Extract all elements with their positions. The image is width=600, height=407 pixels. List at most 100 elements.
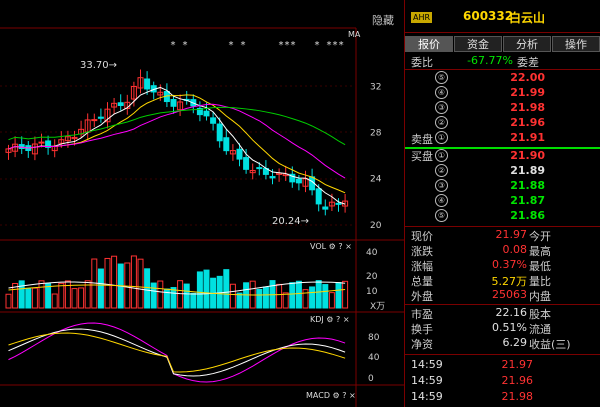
vol-axis-label: 10: [366, 287, 378, 297]
volume-bar: [335, 282, 342, 309]
divider: [405, 69, 600, 70]
stats-value: 22.16: [495, 306, 528, 319]
kdj-axis-label: 40: [368, 353, 380, 363]
buy-level-row[interactable]: ② 21.89: [405, 164, 600, 179]
kdj-k-line: [8, 328, 346, 377]
candle-body: [322, 206, 329, 210]
buy-level-row[interactable]: ③ 21.88: [405, 179, 600, 194]
buy-level-row[interactable]: ④ 21.87: [405, 194, 600, 209]
vol-unit: X万: [370, 302, 385, 312]
candle-body: [315, 188, 322, 205]
weibi-value: -67.77%: [467, 54, 513, 67]
buy-level-index: ⑤: [435, 209, 448, 222]
volume-bar: [262, 286, 269, 309]
stats-value: 0.51%: [492, 321, 527, 334]
tab-operation[interactable]: 操作: [552, 36, 600, 52]
divider: [405, 354, 600, 355]
volume-bar: [282, 292, 289, 309]
volume-bar: [170, 287, 177, 309]
buy-level-price: 21.86: [510, 209, 545, 222]
tick-time: 14:59: [411, 358, 443, 371]
sell-level-row[interactable]: ① 21.91: [405, 131, 600, 146]
price-axis-label: 28: [370, 129, 382, 139]
buy-level-index: ④: [435, 194, 448, 207]
candle-body: [203, 110, 210, 117]
stats-row: 净资 6.29 收益(三): [405, 336, 600, 351]
sell-level-row[interactable]: ⑤ 22.00: [405, 71, 600, 86]
kline-chart-area[interactable]: 32 28 24 20 33.70→ 20.24→ * * * * *** * *** VOL ⚙ …: [0, 0, 404, 407]
volume-bar: [130, 255, 137, 309]
vol-title: VOL ⚙ ? ×: [310, 242, 352, 251]
volume-bar: [177, 280, 184, 309]
candle-body: [223, 137, 230, 152]
volume-bar: [309, 286, 316, 309]
volume-bar: [236, 292, 243, 309]
quote-label: 现价: [411, 230, 433, 243]
stats-row: 市盈 22.16 股本: [405, 306, 600, 321]
volume-bar: [31, 287, 38, 309]
divider: [405, 32, 600, 33]
candle-body: [170, 99, 177, 107]
buy-level-row[interactable]: ① 21.90: [405, 149, 600, 164]
sell-level-price: 21.99: [510, 86, 545, 99]
weibi-label: 委比: [411, 56, 433, 69]
sell-level-price: 22.00: [510, 71, 545, 84]
sell-level-row[interactable]: ② 21.96: [405, 116, 600, 131]
ma60-line: [8, 106, 346, 146]
sell-level-price: 21.96: [510, 116, 545, 129]
sell-level-index: ②: [435, 116, 448, 129]
volume-bar: [45, 283, 52, 309]
vol-axis-label: 20: [366, 272, 378, 282]
buy-level-row[interactable]: ⑤ 21.86: [405, 209, 600, 224]
tab-analysis[interactable]: 分析: [503, 36, 551, 52]
volume-bar: [295, 280, 302, 309]
volume-bar: [111, 255, 118, 309]
tick-row: 14:59 21.98: [405, 390, 600, 405]
high-price-mark: 33.70→: [80, 60, 117, 71]
volume-bar: [342, 280, 349, 309]
stats-value: 6.29: [502, 336, 528, 349]
buy-level-index: ②: [435, 164, 448, 177]
volume-bar: [38, 280, 45, 309]
event-star-mark: * ***: [314, 40, 344, 51]
kdj-axis-label: 80: [368, 333, 380, 343]
buy-level-price: 21.88: [510, 179, 545, 192]
kdj-title: KDJ ⚙ ? ×: [310, 315, 350, 324]
quote-label: 涨跌: [411, 245, 433, 258]
stats-label-2: 流通: [529, 323, 551, 336]
volume-bar: [315, 280, 322, 309]
kdj-d-line: [8, 332, 346, 373]
volume-bar: [51, 293, 58, 309]
buy-level-index: ③: [435, 179, 448, 192]
quote-label: 涨幅: [411, 260, 433, 273]
volume-bar: [328, 292, 335, 309]
volume-bar: [58, 282, 65, 309]
sell-level-row[interactable]: ③ 21.98: [405, 101, 600, 116]
candle-body: [210, 117, 217, 124]
volume-bar: [256, 288, 263, 309]
volume-bar: [196, 271, 203, 309]
sell-level-row[interactable]: ④ 21.99: [405, 86, 600, 101]
buy-level-price: 21.90: [510, 149, 545, 162]
candle-body: [236, 148, 243, 160]
tab-quote[interactable]: 报价: [405, 36, 453, 52]
tick-row: 14:59 21.97: [405, 358, 600, 373]
buy-level-index: ①: [435, 149, 448, 162]
stock-name: 白云山: [509, 11, 546, 25]
volume-bar: [203, 269, 210, 309]
candle-body: [91, 119, 98, 122]
sell-level-index: ④: [435, 86, 448, 99]
candle-body: [269, 176, 276, 179]
sell-level-index: ①: [435, 131, 448, 144]
tick-price: 21.98: [501, 390, 534, 403]
volume-bar: [322, 284, 329, 309]
hide-button[interactable]: 隐藏: [372, 12, 394, 28]
stats-label-2: 收益(三): [529, 338, 571, 351]
stats-label: 市盈: [411, 308, 433, 321]
event-star-mark: ***: [278, 40, 296, 51]
tick-price: 21.96: [501, 374, 534, 387]
panel-tabs: 报价 资金 分析 操作: [405, 36, 600, 52]
volume-bar: [104, 257, 111, 309]
tab-funds[interactable]: 资金: [454, 36, 502, 52]
price-axis-label: 20: [370, 221, 382, 231]
